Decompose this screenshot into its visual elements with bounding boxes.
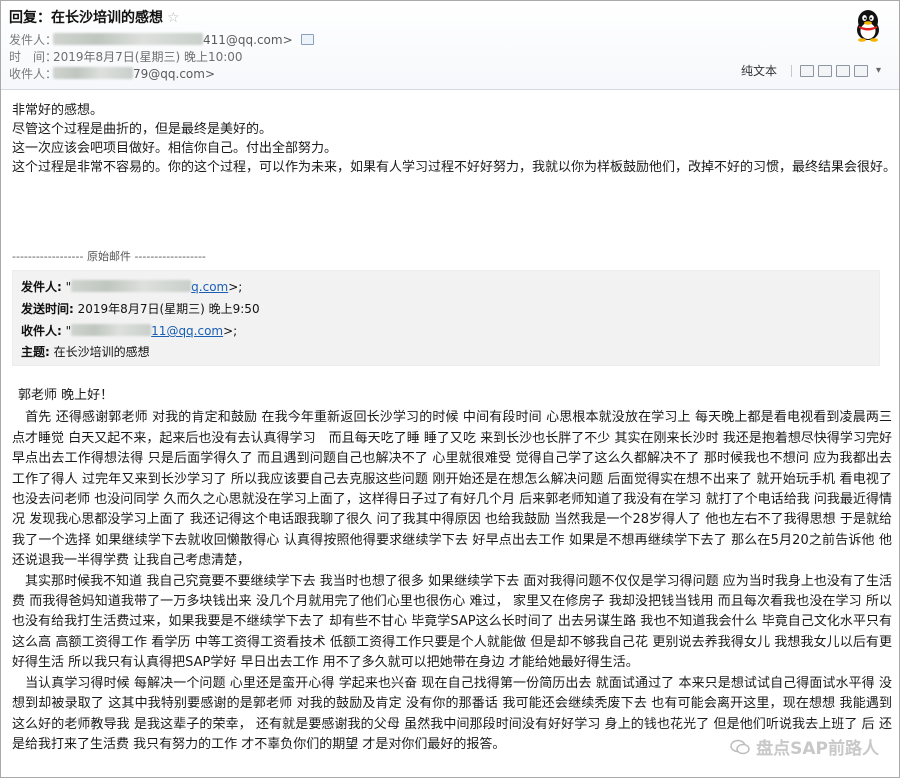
toolbar-divider: [790, 64, 792, 77]
redacted-sender: [53, 33, 203, 45]
orig-to-label: 收件人:: [21, 324, 62, 338]
orig-sent-label: 发送时间:: [21, 302, 74, 316]
toolbar-window-icon[interactable]: [799, 64, 814, 77]
to-label: 收件人：: [9, 67, 58, 81]
orig-to-tail: >;: [223, 324, 238, 338]
redacted-recipient: [53, 67, 133, 79]
orig-to-address[interactable]: 11@qq.com: [151, 324, 223, 338]
letter-paragraph: 其实那时候我不知道 我自己究竟要不要继续学下去 我当时也想了很多 如果继续学下去…: [12, 573, 892, 671]
contact-card-icon[interactable]: [300, 34, 314, 45]
orig-from-address[interactable]: q.com: [191, 280, 228, 294]
orig-from-row: 发件人: " q.com>;: [21, 279, 242, 295]
from-label: 发件人：: [9, 33, 58, 47]
orig-sent-row: 发送时间: 2019年8月7日(星期三) 晚上9:50: [21, 301, 260, 317]
toolbar-popout-icon[interactable]: [853, 64, 868, 77]
reply-body: 非常好的感想。 尽管这个过程是曲折的，但是最终是美好的。 这一次应该会吧项目做好…: [12, 101, 897, 177]
email-header: 回复：在长沙培训的感想 ☆ 发件人： 411@qq.com> 时 间：2019年8月…: [1, 1, 899, 90]
email-window: 回复：在长沙培训的感想 ☆ 发件人： 411@qq.com> 时 间：2019年8月…: [0, 0, 900, 778]
reply-line: 尽管这个过程是曲折的，但是最终是美好的。: [12, 122, 273, 137]
from-row: 发件人： 411@qq.com>: [9, 32, 314, 48]
reply-line: 这个过程是非常不容易的。你的这个过程，可以作为未来，如果有人学习过程不好好努力，…: [12, 160, 897, 175]
orig-from-label: 发件人:: [21, 280, 62, 294]
original-mail-info: 发件人: " q.com>; 发送时间: 2019年8月7日(星期三) 晚上9:5…: [12, 270, 880, 366]
reply-line: 非常好的感想。: [12, 103, 104, 118]
orig-subject-label: 主题:: [21, 345, 50, 359]
watermark-text: 盘点SAP前路人: [756, 739, 879, 759]
wechat-icon: [730, 739, 750, 754]
letter-greeting: 郭老师 晚上好！: [18, 388, 114, 403]
time-label: 时 间：: [9, 50, 58, 64]
star-icon[interactable]: ☆: [167, 10, 180, 26]
to-address[interactable]: 79@qq.com>: [133, 67, 215, 81]
redacted-orig-sender: [71, 280, 192, 292]
email-subject: 回复：在长沙培训的感想: [9, 10, 163, 26]
qq-penguin-icon: [857, 10, 879, 42]
original-mail-divider: ------------------ 原始邮件 ----------------…: [12, 250, 206, 263]
orig-subject-row: 主题: 在长沙培训的感想: [21, 344, 150, 360]
orig-to-row: 收件人: " 11@qq.com>;: [21, 323, 237, 339]
time-row: 时 间：2019年8月7日(星期三) 晚上10:00: [9, 49, 243, 65]
orig-from-tail: >;: [228, 280, 243, 294]
plain-text-button[interactable]: 纯文本: [741, 62, 777, 79]
from-address[interactable]: 411@qq.com>: [203, 33, 293, 47]
toolbar-copy-icon[interactable]: [817, 64, 832, 77]
to-row: 收件人： 79@qq.com>: [9, 66, 215, 82]
letter-paragraph: 首先 还得感谢郭老师 对我的肯定和鼓励 在我今年重新返回长沙学习的时候 中间有段…: [12, 410, 892, 569]
subject-line: 回复：在长沙培训的感想 ☆: [9, 7, 180, 27]
original-letter: 郭老师 晚上好！ 首先 还得感谢郭老师 对我的肯定和鼓励 在我今年重新返回长沙学…: [12, 386, 892, 755]
time-value: 2019年8月7日(星期三) 晚上10:00: [53, 50, 243, 64]
redacted-orig-recipient: [71, 324, 152, 336]
orig-subject-value: 在长沙培训的感想: [53, 345, 150, 359]
watermark: 盘点SAP前路人: [730, 734, 879, 759]
toolbar-print-icon[interactable]: [835, 64, 850, 77]
toolbar-chevron-icon[interactable]: ▾: [876, 65, 881, 76]
reply-line: 这一次应该会吧项目做好。相信你自己。付出全部努力。: [12, 141, 338, 156]
orig-sent-value: 2019年8月7日(星期三) 晚上9:50: [77, 302, 260, 316]
header-toolbar: 纯文本 ▾: [741, 62, 881, 79]
